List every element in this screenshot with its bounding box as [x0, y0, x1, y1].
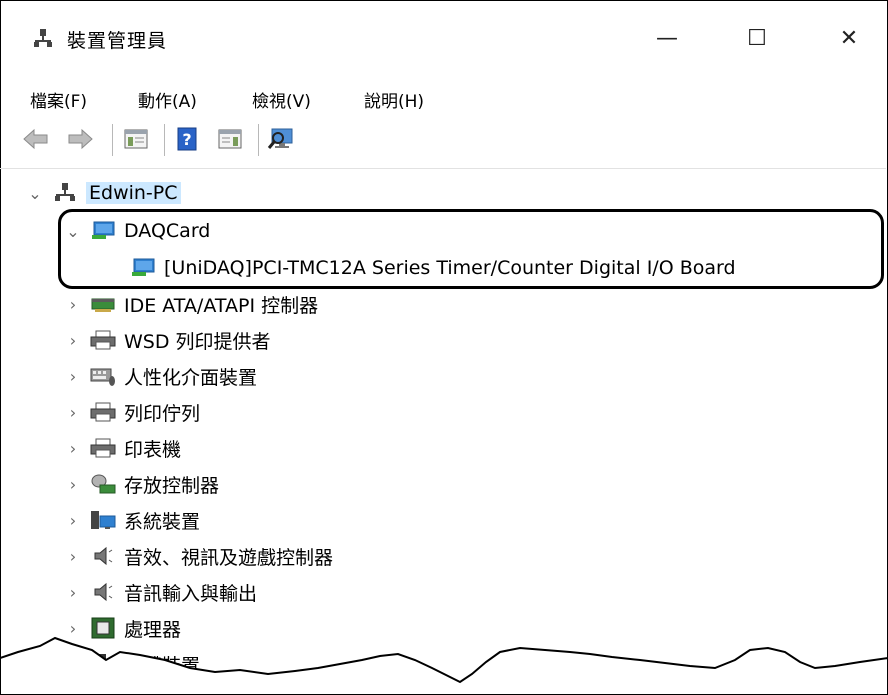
tree-item-audio-io[interactable]: › 音訊輸入與輸出 [64, 575, 257, 609]
menu-help[interactable]: 說明(H) [364, 87, 424, 112]
maximize-button[interactable]: ☐ [737, 18, 777, 58]
window-title: 裝置管理員 [67, 30, 168, 52]
chevron-right-icon[interactable]: › [64, 511, 82, 530]
tree-item-label: 人性化介面裝置 [124, 366, 258, 389]
back-arrow-icon [23, 128, 48, 150]
menu-action[interactable]: 動作(A) [138, 87, 197, 112]
tree-item-print-queue[interactable]: › 列印佇列 [64, 395, 200, 429]
chevron-right-icon[interactable]: › [64, 331, 82, 350]
computer-network-icon [34, 29, 52, 47]
tree-item-system-devices[interactable]: › 系統裝置 [64, 503, 200, 537]
printer-icon [90, 402, 116, 422]
help-button[interactable]: ? [173, 125, 201, 153]
toolbar-separator [164, 124, 165, 156]
back-button[interactable] [22, 125, 50, 153]
speaker-icon [94, 582, 113, 602]
toolbar-separator [258, 124, 259, 156]
tree-root-label: Edwin-PC [86, 182, 181, 204]
chevron-right-icon[interactable]: › [64, 403, 82, 422]
svg-text:?: ? [182, 130, 191, 149]
menu-bar: 檔案(F) 動作(A) 檢視(V) 說明(H) [0, 80, 886, 114]
chevron-right-icon[interactable]: › [64, 583, 82, 602]
tree-item-wsd-print[interactable]: › WSD 列印提供者 [64, 323, 271, 357]
tree-item-label: 印表機 [124, 438, 182, 461]
minimize-button[interactable]: — [647, 18, 687, 58]
chevron-down-icon[interactable]: ⌄ [26, 184, 44, 203]
console-tree-icon [124, 129, 148, 149]
scan-monitor-icon [267, 128, 293, 149]
scan-hardware-changes-button[interactable] [267, 125, 295, 153]
tree-item-label: 音訊輸入與輸出 [124, 582, 258, 605]
forward-button[interactable] [66, 125, 94, 153]
storage-controller-icon [91, 474, 116, 494]
system-devices-icon [91, 511, 116, 529]
forward-arrow-icon [68, 128, 93, 150]
tree-item-hid[interactable]: › 人性化介面裝置 [64, 359, 257, 393]
computer-network-icon [55, 183, 75, 201]
tree-root-computer[interactable]: ⌄ Edwin-PC [26, 176, 181, 210]
tree-item-storage-controllers[interactable]: › 存放控制器 [64, 467, 219, 501]
ide-controller-icon [91, 298, 115, 312]
show-hide-console-tree-button[interactable] [122, 125, 150, 153]
hid-keyboard-icon [90, 368, 115, 386]
annotation-highlight-box [58, 209, 884, 289]
tree-item-label: IDE ATA/ATAPI 控制器 [124, 294, 319, 317]
chevron-right-icon[interactable]: › [64, 367, 82, 386]
chevron-right-icon[interactable]: › [64, 547, 82, 566]
tree-item-printers[interactable]: › 印表機 [64, 431, 181, 465]
tree-item-label: 音效、視訊及遊戲控制器 [124, 546, 334, 569]
torn-edge-overlay [0, 636, 888, 695]
show-action-pane-button[interactable] [216, 125, 244, 153]
toolbar-separator [112, 124, 113, 156]
chevron-right-icon[interactable]: › [64, 295, 82, 314]
printer-icon [90, 330, 116, 350]
menu-view[interactable]: 檢視(V) [252, 87, 311, 112]
chevron-right-icon[interactable]: › [64, 439, 82, 458]
close-button[interactable]: ✕ [829, 18, 869, 58]
tree-item-label: 列印佇列 [124, 402, 201, 425]
tree-item-label: 存放控制器 [124, 474, 220, 497]
tree-item-label: 系統裝置 [124, 510, 201, 533]
title-bar: 裝置管理員 — ☐ ✕ [0, 0, 886, 80]
printer-icon [90, 438, 116, 458]
toolbar: ? [0, 118, 886, 169]
speaker-icon [94, 546, 113, 566]
tree-item-ide-ata[interactable]: › IDE ATA/ATAPI 控制器 [64, 287, 318, 321]
help-question-icon: ? [177, 127, 197, 151]
tree-item-label: WSD 列印提供者 [124, 330, 271, 353]
tree-item-sound-video-game[interactable]: › 音效、視訊及遊戲控制器 [64, 539, 333, 573]
menu-file[interactable]: 檔案(F) [30, 87, 87, 112]
action-pane-icon [218, 129, 242, 149]
chevron-right-icon[interactable]: › [64, 475, 82, 494]
